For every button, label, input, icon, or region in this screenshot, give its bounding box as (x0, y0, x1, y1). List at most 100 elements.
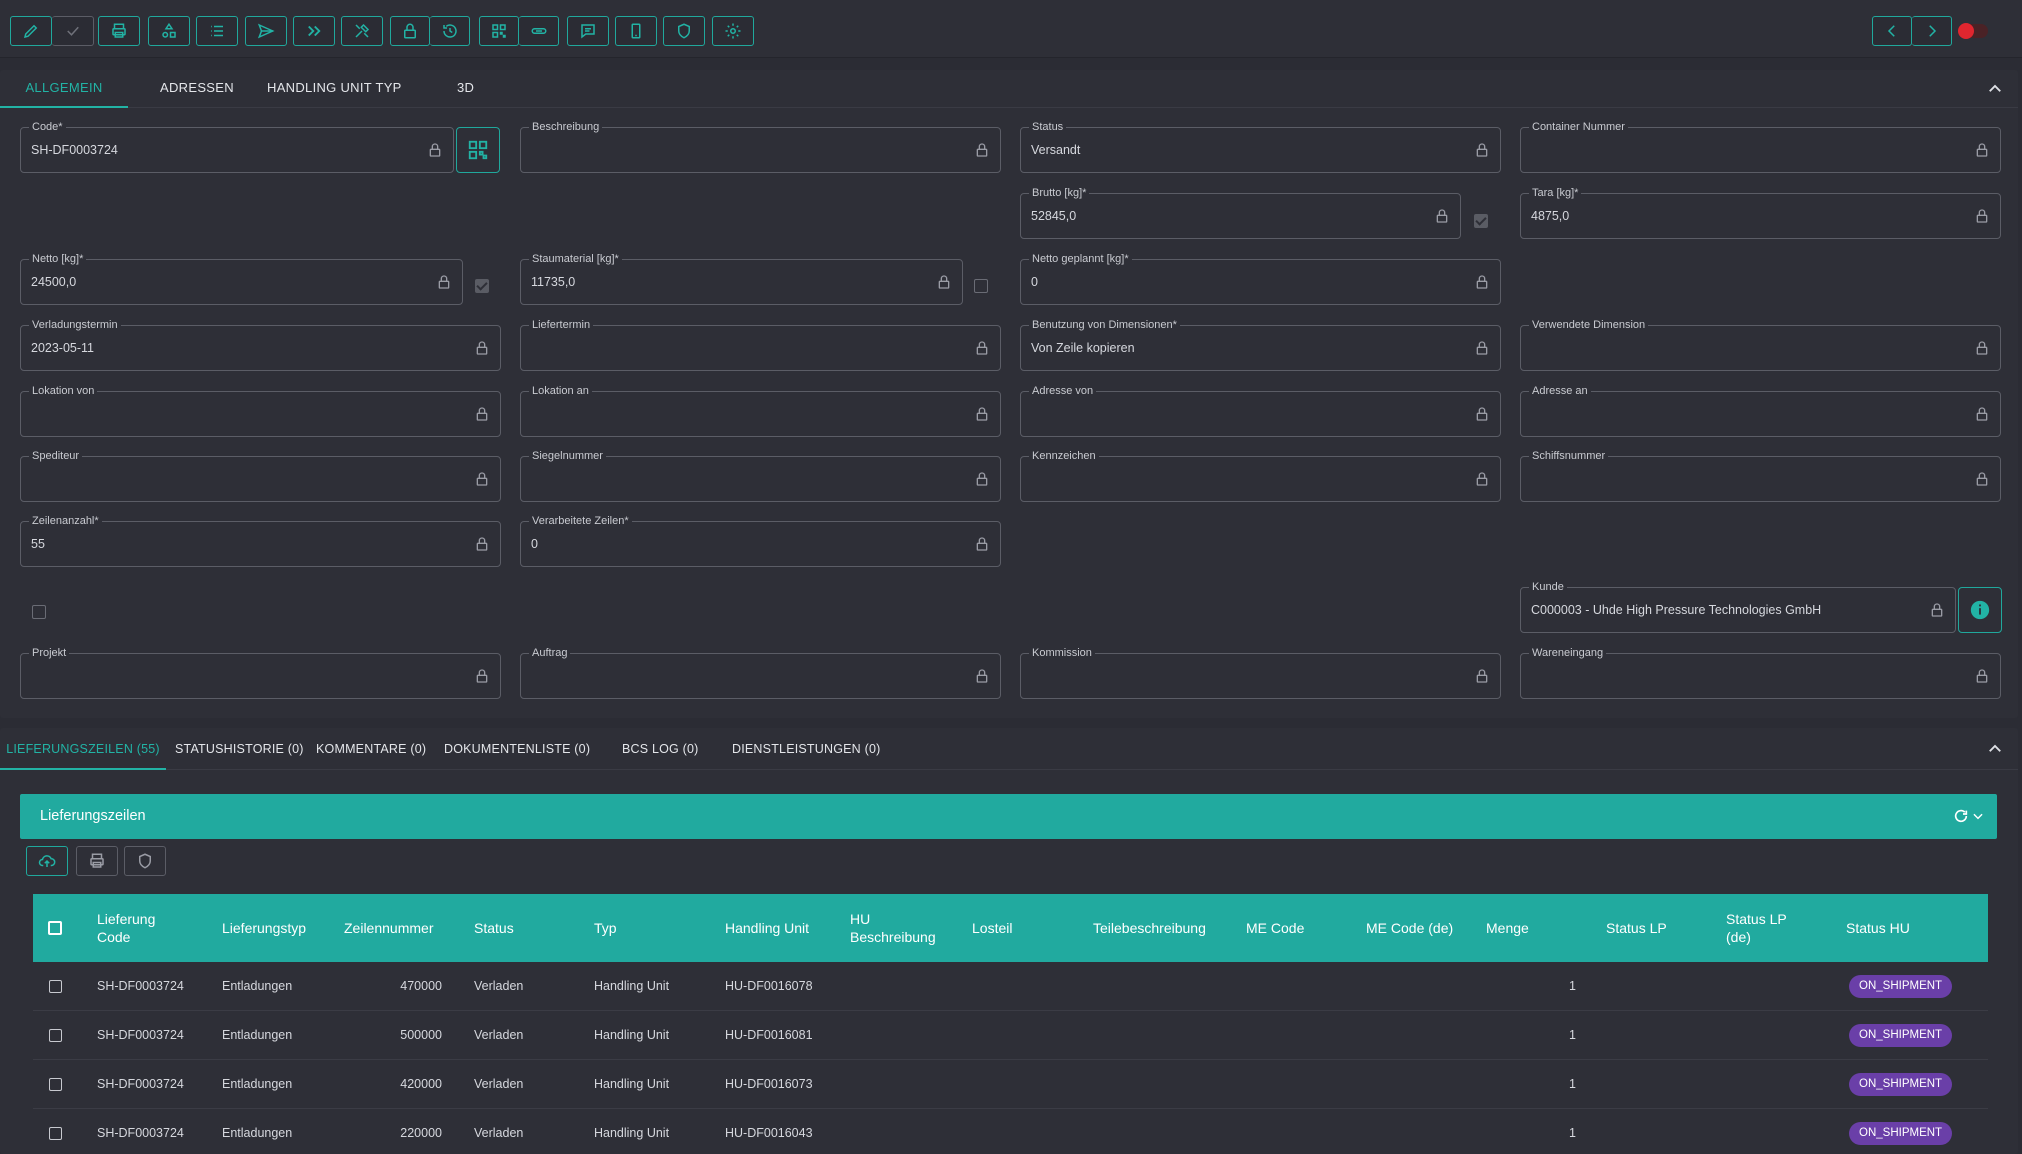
brutto-field[interactable]: Brutto [kg]* 52845,0 (1020, 186, 1461, 239)
lokation-an-field[interactable]: Lokation an (520, 384, 1001, 437)
netto-checkbox[interactable] (475, 279, 489, 293)
tab-statushistorie[interactable]: STATUSHISTORIE (0) (175, 728, 304, 770)
row-checkbox[interactable] (49, 1127, 62, 1140)
verladungstermin-field[interactable]: Verladungstermin 2023-05-11 (20, 318, 501, 371)
lokation-von-field[interactable]: Lokation von (20, 384, 501, 437)
col-me-code-de[interactable]: ME Code (de) (1366, 894, 1453, 962)
col-losteil[interactable]: Losteil (972, 894, 1012, 962)
auftrag-field[interactable]: Auftrag (520, 646, 1001, 699)
send-button[interactable] (245, 16, 287, 46)
table-row[interactable]: SH-DF0003724 Entladungen 420000 Verladen Han… (33, 1060, 1988, 1109)
benutzung-field[interactable]: Benutzung von Dimensionen* Von Zeile kop… (1020, 318, 1501, 371)
prev-button[interactable] (1872, 16, 1912, 46)
col-menge[interactable]: Menge (1486, 894, 1529, 962)
projekt-field[interactable]: Projekt (20, 646, 501, 699)
print-button[interactable] (98, 16, 140, 46)
tab-dienstleistungen[interactable]: DIENSTLEISTUNGEN (0) (732, 728, 880, 770)
adresse-von-field[interactable]: Adresse von (1020, 384, 1501, 437)
table-row[interactable]: SH-DF0003724 Entladungen 500000 Verladen Han… (33, 1011, 1988, 1060)
select-all-checkbox[interactable] (48, 921, 62, 935)
tab-allgemein[interactable]: ALLGEMEIN (0, 70, 128, 108)
edit-button[interactable] (10, 16, 52, 46)
lock-button[interactable] (390, 16, 430, 46)
verwendete-dimension-field[interactable]: Verwendete Dimension (1520, 318, 2001, 371)
tab-lieferungszeilen[interactable]: LIEFERUNGSZEILEN (55) (0, 728, 166, 770)
chevron-up-icon[interactable] (1986, 80, 2004, 98)
mode-toggle[interactable] (1958, 23, 1988, 39)
table-row[interactable]: SH-DF0003724 Entladungen 220000 Verladen Han… (33, 1109, 1988, 1154)
tab-adressen[interactable]: ADRESSEN (160, 70, 234, 108)
beschreibung-field[interactable]: Beschreibung (520, 120, 1001, 173)
wareneingang-field[interactable]: Wareneingang (1520, 646, 2001, 699)
table-row[interactable]: SH-DF0003724 Entladungen 470000 Verladen Han… (33, 962, 1988, 1011)
extra-checkbox[interactable] (32, 605, 46, 619)
forward-button[interactable] (293, 16, 335, 46)
col-me-code[interactable]: ME Code (1246, 894, 1304, 962)
netto-field[interactable]: Netto [kg]* 24500,0 (20, 252, 463, 305)
settings-button[interactable] (712, 16, 754, 46)
comment-button[interactable] (567, 16, 609, 46)
cell-status-hu: ON_SHIPMENT (1849, 1024, 1953, 1047)
schiffsnummer-field[interactable]: Schiffsnummer (1520, 449, 2001, 502)
col-lieferungstyp[interactable]: Lieferungstyp (222, 894, 306, 962)
chevron-down-icon[interactable] (1971, 809, 1985, 823)
tab-kommentare[interactable]: KOMMENTARE (0) (316, 728, 426, 770)
confirm-button[interactable] (52, 16, 94, 46)
col-handling-unit[interactable]: Handling Unit (725, 894, 809, 962)
tab-3d[interactable]: 3D (457, 70, 474, 108)
grid-shield-button[interactable] (124, 846, 166, 876)
liefertermin-field[interactable]: Liefertermin (520, 318, 1001, 371)
link-button[interactable] (519, 16, 559, 46)
col-zeilennummer[interactable]: Zeilennummer (344, 894, 433, 962)
tara-field[interactable]: Tara [kg]* 4875,0 (1520, 186, 2001, 239)
code-field[interactable]: Code* SH-DF0003724 (20, 120, 454, 173)
col-teilebeschreibung[interactable]: Teilebeschreibung (1093, 894, 1206, 962)
history-button[interactable] (430, 16, 470, 46)
col-typ[interactable]: Typ (594, 894, 617, 962)
shield-icon (139, 853, 151, 869)
mobile-button[interactable] (615, 16, 657, 46)
row-checkbox[interactable] (49, 1078, 62, 1091)
netto-geplannt-field[interactable]: Netto geplannt [kg]* 0 (1020, 252, 1501, 305)
container-field[interactable]: Container Nummer (1520, 120, 2001, 173)
verarbeitete-zeilen-field[interactable]: Verarbeitete Zeilen* 0 (520, 514, 1001, 567)
col-hu-beschreibung[interactable]: HU Beschreibung (850, 894, 950, 962)
col-status-lp[interactable]: Status LP (1606, 894, 1667, 962)
grid-print-button[interactable] (76, 846, 118, 876)
upload-button[interactable] (26, 846, 68, 876)
next-button[interactable] (1912, 16, 1952, 46)
kennzeichen-field[interactable]: Kennzeichen (1020, 449, 1501, 502)
col-status-lp-de[interactable]: Status LP (de) (1726, 894, 1806, 962)
col-status-hu[interactable]: Status HU (1846, 894, 1910, 962)
qr-button[interactable] (479, 16, 519, 46)
shield-button[interactable] (663, 16, 705, 46)
zeilenanzahl-field[interactable]: Zeilenanzahl* 55 (20, 514, 501, 567)
row-checkbox[interactable] (49, 1029, 62, 1042)
siegelnummer-field[interactable]: Siegelnummer (520, 449, 1001, 502)
edit-group (10, 16, 94, 46)
col-status[interactable]: Status (474, 894, 514, 962)
kunde-info-button[interactable] (1958, 587, 2002, 633)
staumaterial-field[interactable]: Staumaterial [kg]* 11735,0 (520, 252, 963, 305)
shield-icon (678, 23, 690, 39)
tab-handling-unit-typ[interactable]: HANDLING UNIT TYP (267, 70, 402, 108)
staumaterial-checkbox[interactable] (974, 279, 988, 293)
kunde-field[interactable]: Kunde C000003 - Uhde High Pressure Techn… (1520, 580, 1956, 633)
chevron-up-icon[interactable] (1986, 740, 2004, 758)
toolbar (0, 0, 2022, 58)
tab-bcs-log[interactable]: BCS LOG (0) (622, 728, 699, 770)
tools-button[interactable] (341, 16, 383, 46)
spediteur-field[interactable]: Spediteur (20, 449, 501, 502)
shapes-button[interactable] (148, 16, 190, 46)
kommission-field[interactable]: Kommission (1020, 646, 1501, 699)
adresse-an-field[interactable]: Adresse an (1520, 384, 2001, 437)
pencil-icon (23, 24, 38, 39)
status-field[interactable]: Status Versandt (1020, 120, 1501, 173)
brutto-checkbox[interactable] (1474, 214, 1488, 228)
list-button[interactable] (196, 16, 238, 46)
refresh-icon[interactable] (1953, 808, 1969, 824)
tab-dokumentenliste[interactable]: DOKUMENTENLISTE (0) (444, 728, 590, 770)
row-checkbox[interactable] (49, 980, 62, 993)
qr-code-button[interactable] (456, 127, 500, 173)
col-lieferung-code[interactable]: Lieferung Code (97, 894, 187, 962)
